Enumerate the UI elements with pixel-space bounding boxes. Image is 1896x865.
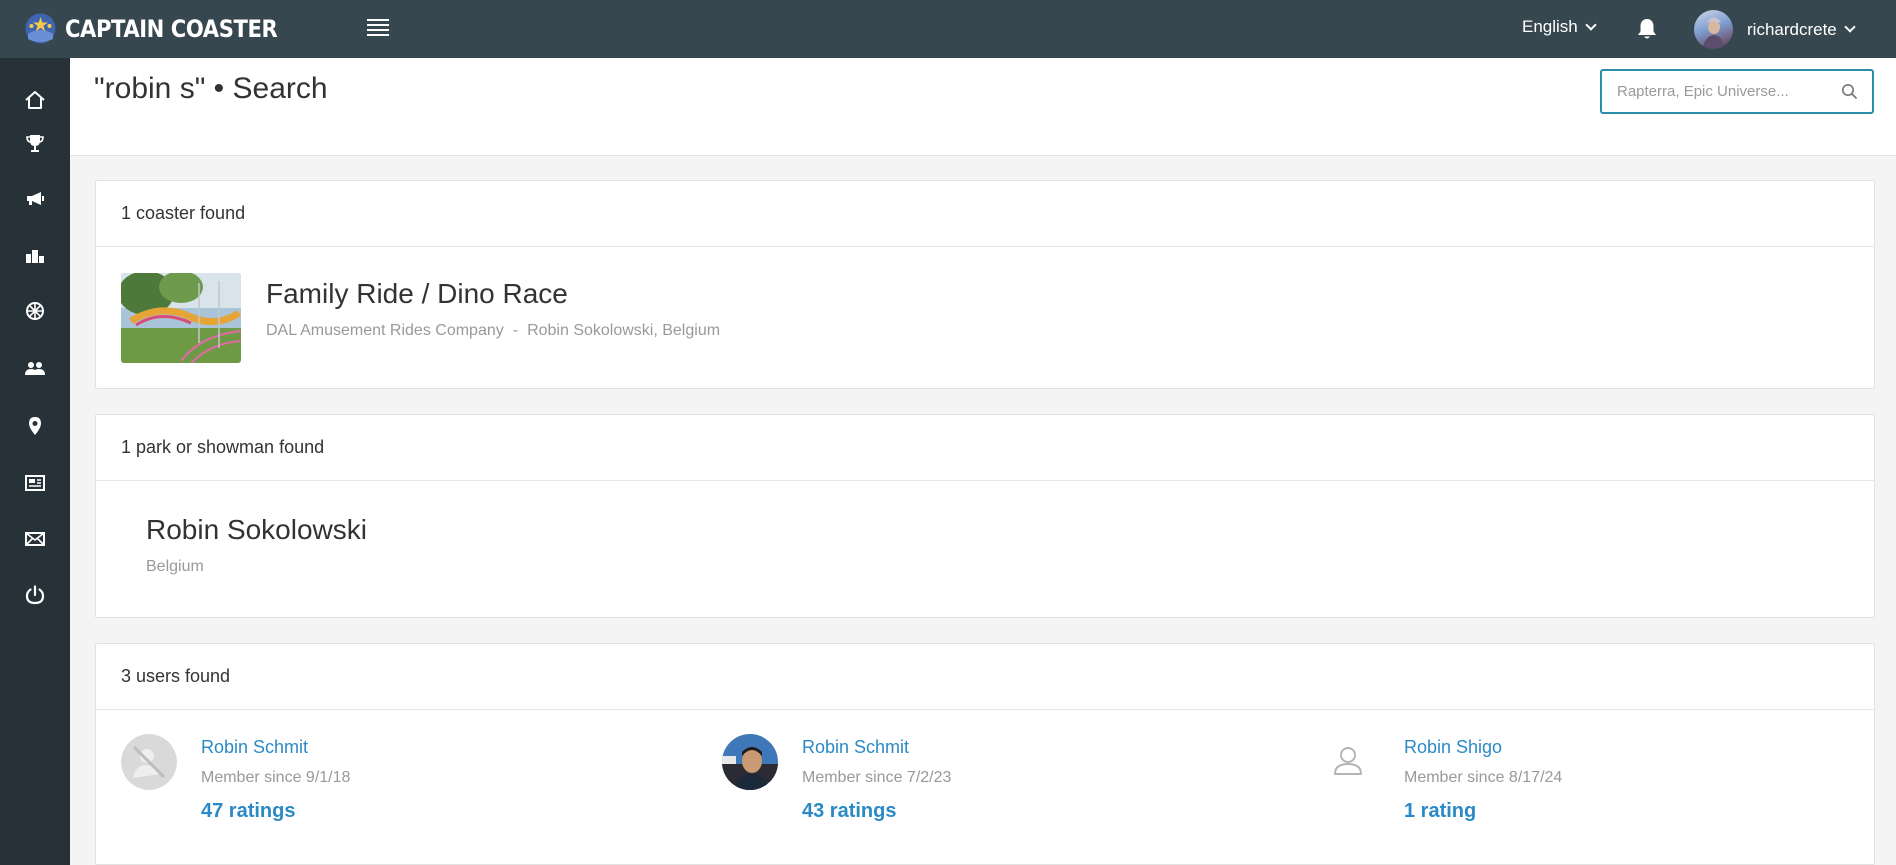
park-country: Belgium bbox=[146, 558, 204, 575]
user-avatar[interactable] bbox=[722, 734, 778, 790]
user-result: Robin Shigo Member since 8/17/24 1 ratin… bbox=[1324, 734, 1824, 844]
top-navbar: CAPTAIN COASTER English richardcrete bbox=[0, 0, 1896, 58]
sidebar-item-community[interactable] bbox=[20, 354, 50, 384]
sidebar-item-news[interactable] bbox=[20, 184, 50, 214]
megaphone-icon bbox=[27, 192, 44, 205]
logo-badge-icon bbox=[25, 13, 56, 44]
coasters-heading: 1 coaster found bbox=[96, 181, 1874, 247]
home-icon bbox=[25, 91, 45, 109]
user-member-since: Member since 9/1/18 bbox=[201, 769, 351, 786]
coasters-results-card: 1 coaster found Family Ride / Dino Race … bbox=[95, 180, 1875, 389]
coaster-meta: DAL Amusement Rides Company - Robin Sokolo… bbox=[266, 322, 720, 340]
user-name-link[interactable]: Robin Shigo bbox=[1404, 737, 1502, 758]
park-name-link[interactable]: Robin Sokolowski bbox=[146, 514, 367, 546]
power-icon bbox=[25, 585, 45, 605]
menu-toggle-icon[interactable] bbox=[367, 19, 389, 39]
notifications-bell-icon[interactable] bbox=[1636, 17, 1658, 41]
page-title: "robin s" • Search bbox=[94, 72, 328, 105]
users-results-card: 3 users found Robin Schmit Member since … bbox=[95, 643, 1875, 865]
sidebar-item-podium[interactable] bbox=[20, 240, 50, 270]
sidebar-item-home[interactable] bbox=[20, 85, 50, 115]
coaster-thumbnail[interactable] bbox=[121, 273, 241, 363]
coaster-park: Robin Sokolowski, Belgium bbox=[527, 322, 721, 339]
sidebar bbox=[0, 58, 70, 865]
coaster-name-link[interactable]: Family Ride / Dino Race bbox=[266, 278, 568, 310]
user-ratings-link[interactable]: 1 rating bbox=[1404, 800, 1476, 823]
username-label: richardcrete bbox=[1747, 19, 1837, 39]
meta-separator: - bbox=[512, 322, 519, 339]
sidebar-item-rankings[interactable] bbox=[20, 128, 50, 158]
user-avatar[interactable] bbox=[121, 734, 177, 790]
sidebar-item-logout[interactable] bbox=[20, 580, 50, 610]
sidebar-item-parks[interactable] bbox=[20, 296, 50, 326]
coaster-manufacturer: DAL Amusement Rides Company bbox=[266, 322, 504, 339]
user-ratings-link[interactable]: 47 ratings bbox=[201, 800, 295, 823]
user-avatar bbox=[1694, 10, 1733, 49]
user-member-since: Member since 8/17/24 bbox=[1404, 769, 1563, 786]
sidebar-item-messages[interactable] bbox=[20, 524, 50, 554]
ferris-wheel-icon bbox=[26, 302, 44, 320]
users-heading: 3 users found bbox=[96, 644, 1874, 710]
user-member-since: Member since 7/2/23 bbox=[802, 769, 952, 786]
trophy-icon bbox=[26, 135, 44, 152]
parks-results-card: 1 park or showman found Robin Sokolowski… bbox=[95, 414, 1875, 618]
page-header: "robin s" • Search bbox=[70, 58, 1896, 156]
map-pin-icon bbox=[29, 417, 41, 435]
search-box[interactable] bbox=[1600, 69, 1874, 114]
user-name-link[interactable]: Robin Schmit bbox=[201, 737, 308, 758]
users-icon bbox=[25, 362, 45, 375]
sidebar-item-map[interactable] bbox=[20, 411, 50, 441]
chevron-down-icon bbox=[1585, 18, 1597, 31]
user-result: Robin Schmit Member since 9/1/18 47 rati… bbox=[121, 734, 621, 844]
podium-icon bbox=[26, 250, 44, 263]
user-result: Robin Schmit Member since 7/2/23 43 rati… bbox=[722, 734, 1222, 844]
brand-logo[interactable]: CAPTAIN COASTER bbox=[24, 12, 306, 45]
brand-name: CAPTAIN COASTER bbox=[65, 14, 278, 43]
user-name-link[interactable]: Robin Schmit bbox=[802, 737, 909, 758]
sidebar-item-articles[interactable] bbox=[20, 468, 50, 498]
search-icon[interactable] bbox=[1841, 83, 1858, 100]
mail-icon bbox=[25, 532, 45, 546]
parks-heading: 1 park or showman found bbox=[96, 415, 1874, 481]
user-menu[interactable]: richardcrete bbox=[1694, 10, 1856, 49]
newspaper-icon bbox=[25, 475, 45, 491]
user-avatar-placeholder-icon[interactable] bbox=[1324, 734, 1380, 790]
language-selector[interactable]: English bbox=[1522, 17, 1597, 37]
chevron-down-icon bbox=[1844, 21, 1856, 33]
language-label: English bbox=[1522, 17, 1578, 36]
user-ratings-link[interactable]: 43 ratings bbox=[802, 800, 896, 823]
search-input[interactable] bbox=[1602, 71, 1822, 112]
